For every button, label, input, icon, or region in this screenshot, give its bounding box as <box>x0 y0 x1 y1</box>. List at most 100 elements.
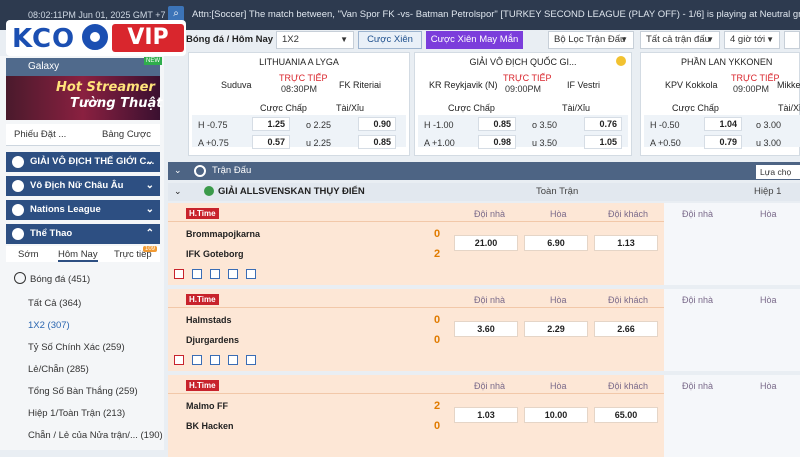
odds-button[interactable]: 0.85 <box>358 135 396 149</box>
soccer-ball-icon <box>14 272 26 284</box>
live-label: TRỰC TIẾP <box>279 73 328 83</box>
card-away-team: IF Vestri <box>567 80 601 90</box>
tab-bet-slip[interactable]: Phiếu Đặt ... <box>14 129 66 140</box>
chart-icon[interactable] <box>210 269 220 279</box>
match-filter-select[interactable]: Bộ Lọc Trận Đấu ▼ <box>548 31 634 49</box>
col-draw: Hòa <box>760 381 777 391</box>
card-league: LITHUANIA A LYGA <box>259 57 339 67</box>
hcp-header: Cược Chấp <box>672 103 719 113</box>
sidebar-galaxy[interactable]: Galaxy <box>6 58 160 76</box>
sidebar-item-odd-even[interactable]: Lẻ/Chẵn (285) <box>28 364 89 375</box>
info-icon[interactable] <box>246 269 256 279</box>
trophy-icon <box>12 156 24 168</box>
ou-line: u 3.00 <box>756 138 782 148</box>
card-league: PHẦN LAN YKKONEN <box>681 57 773 67</box>
match-tools <box>174 355 264 368</box>
tv-icon[interactable] <box>228 355 238 365</box>
sidebar-item-correct-score[interactable]: Tỷ Số Chính Xác (259) <box>28 342 125 353</box>
odds-away[interactable]: 2.66 <box>594 321 658 337</box>
odds-button[interactable]: 1.05 <box>584 135 622 149</box>
home-team: Malmo FF <box>186 401 228 411</box>
hcp-line: H -0.50 <box>650 120 680 130</box>
odds-home[interactable]: 1.03 <box>454 407 518 423</box>
ou-header: Tài/Xỉu <box>336 103 365 113</box>
tv-icon[interactable] <box>228 269 238 279</box>
sidebar-item-ht-ft[interactable]: Hiệp 1/Toàn Trận (213) <box>28 408 125 419</box>
match-row: H.Time Đội nhà Hòa Đội khách Đội nhà Hòa… <box>168 203 800 285</box>
odds-away[interactable]: 65.00 <box>594 407 658 423</box>
hours-select[interactable]: 4 giờ tới ▼ <box>724 31 780 49</box>
first-half-header: Hiệp 1 <box>754 186 782 197</box>
odds-button[interactable]: 0.57 <box>252 135 290 149</box>
lineup-icon[interactable] <box>192 269 202 279</box>
chevron-down-icon: ⌄ <box>145 156 154 167</box>
col-home: Đội nhà <box>474 209 506 219</box>
odds-draw[interactable]: 2.29 <box>524 321 588 337</box>
match-row: H.Time Đội nhà Hòa Đội khách Đội nhà Hòa… <box>168 375 800 457</box>
ou-line: u 3.50 <box>532 138 558 148</box>
chevron-down-icon[interactable]: ⌄ <box>174 186 182 197</box>
col-home: Đội nhà <box>682 209 714 219</box>
away-score: 0 <box>434 420 441 432</box>
ou-line: o 3.00 <box>756 120 782 130</box>
stats-icon[interactable] <box>174 269 184 279</box>
sidebar-item-half-odd-even[interactable]: Chẵn / Lẻ của Nửa trận/... (190) <box>28 430 163 441</box>
ou-header: Tài/Xỉu <box>778 103 800 113</box>
odds-button[interactable]: 0.90 <box>358 117 396 131</box>
odds-draw[interactable]: 10.00 <box>524 407 588 423</box>
logo-vip: VIP <box>112 24 184 52</box>
refresh-button[interactable] <box>784 31 800 49</box>
odds-button[interactable]: 0.79 <box>704 135 742 149</box>
sidebar-section-sports[interactable]: Thể Thao ⌃ <box>6 224 160 244</box>
ou-header: Tài/Xỉu <box>562 103 591 113</box>
col-away: Đội khách <box>608 209 649 219</box>
parlay-button[interactable]: Cược Xiên <box>358 31 422 49</box>
away-score: 2 <box>434 248 441 260</box>
sidebar-item-football[interactable]: Bóng đá (451) <box>30 274 90 285</box>
info-icon[interactable] <box>246 355 256 365</box>
col-home: Đội nhà <box>682 381 714 391</box>
odds-button[interactable]: 0.76 <box>584 117 622 131</box>
sidebar-item-all[interactable]: Tất Cả (364) <box>28 298 81 309</box>
odds-home[interactable]: 21.00 <box>454 235 518 251</box>
tab-today[interactable]: Hôm Nay <box>58 249 98 262</box>
promo-subtitle: Tường Thuật <box>70 96 163 111</box>
odds-draw[interactable]: 6.90 <box>524 235 588 251</box>
kickoff-time: 09:00PM <box>505 84 542 94</box>
sidebar-item-total-goals[interactable]: Tổng Số Bàn Thắng (259) <box>28 386 138 397</box>
odds-button[interactable]: 0.98 <box>478 135 516 149</box>
odds-button[interactable]: 1.04 <box>704 117 742 131</box>
kickoff-time: 08:30PM <box>281 84 318 94</box>
all-matches-select[interactable]: Tất cả trận đấu ▼ <box>640 31 720 49</box>
home-team: Brommapojkarna <box>186 229 261 239</box>
tab-early[interactable]: Sớm <box>18 249 38 260</box>
tab-bet-list[interactable]: Bảng Cược <box>102 129 151 140</box>
away-team: Djurgardens <box>186 335 240 345</box>
col-away: Đội khách <box>608 295 649 305</box>
odds-away[interactable]: 1.13 <box>594 235 658 251</box>
market-select[interactable]: 1X2 ▼ <box>276 31 354 49</box>
odds-home[interactable]: 3.60 <box>454 321 518 337</box>
sidebar-item-1x2[interactable]: 1X2 (307) <box>28 320 70 331</box>
odds-button[interactable]: 0.85 <box>478 117 516 131</box>
stats-icon[interactable] <box>174 355 184 365</box>
chart-icon[interactable] <box>210 355 220 365</box>
away-team: IFK Goteborg <box>186 249 244 259</box>
col-home: Đội nhà <box>682 295 714 305</box>
clock-text: 08:02:11PM Jun 01, 2025 GMT +7 <box>28 10 166 20</box>
sidebar-section-nations-league[interactable]: Nations League ⌄ <box>6 200 160 220</box>
chevron-down-icon[interactable]: ⌄ <box>174 165 182 176</box>
away-team: BK Hacken <box>186 421 234 431</box>
chevron-up-icon: ⌃ <box>145 228 154 239</box>
sidebar-section-womens-euro[interactable]: Vô Địch Nữ Châu Âu ⌄ <box>6 176 160 196</box>
league-name: GIẢI ALLSVENSKAN THỤY ĐIỂN <box>218 186 365 197</box>
sidebar-section-world-cup[interactable]: GIẢI VÔ ĐỊCH THẾ GIỚI C... ⌄ <box>6 152 160 172</box>
lucky-parlay-button[interactable]: Cược Xiên May Mắn <box>426 31 523 49</box>
lineup-icon[interactable] <box>192 355 202 365</box>
home-score: 0 <box>434 228 441 240</box>
select-button[interactable]: Lựa chọ <box>756 165 800 179</box>
away-score: 0 <box>434 334 441 346</box>
hcp-line: H -0.75 <box>198 120 228 130</box>
home-score: 2 <box>434 400 441 412</box>
odds-button[interactable]: 1.25 <box>252 117 290 131</box>
